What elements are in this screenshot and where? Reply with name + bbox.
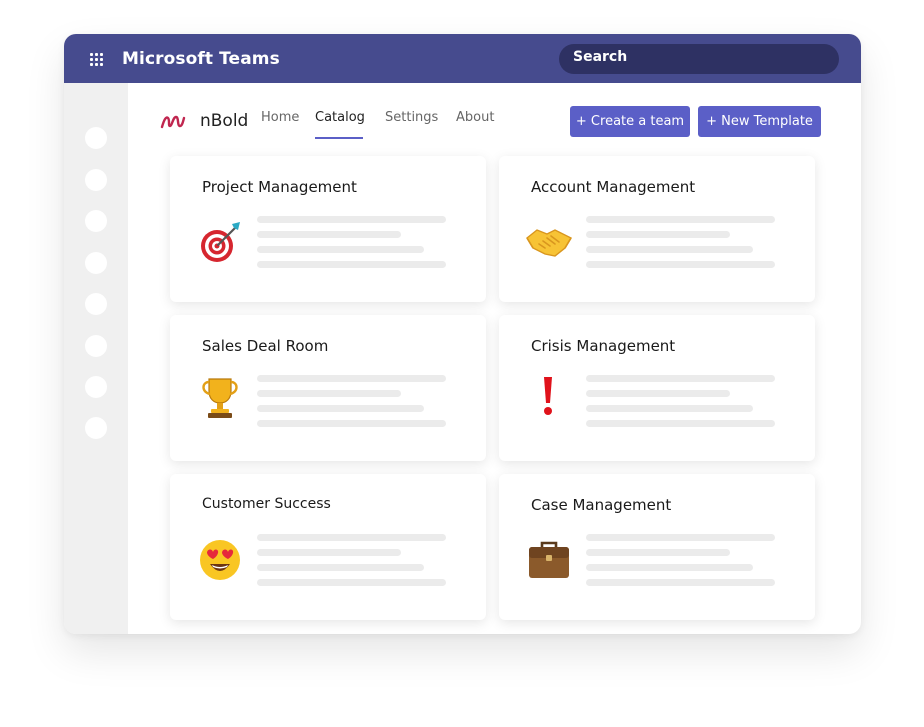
app-launcher-icon[interactable]	[90, 53, 103, 66]
nav-tab-catalog[interactable]: Catalog	[315, 110, 365, 125]
left-rail	[64, 83, 128, 634]
new-template-button[interactable]: + New Template	[698, 106, 821, 137]
template-card[interactable]: Account Management	[499, 156, 815, 302]
card-title: Account Management	[531, 178, 696, 196]
create-team-button[interactable]: + Create a team	[570, 106, 690, 137]
rail-app-icon[interactable]	[85, 376, 107, 398]
trophy-icon	[202, 378, 238, 418]
nav-tab-about[interactable]: About	[456, 110, 494, 125]
card-title: Case Management	[531, 496, 672, 514]
search-input[interactable]: Search	[559, 44, 839, 74]
rail-app-icon[interactable]	[85, 335, 107, 357]
rail-app-icon[interactable]	[85, 417, 107, 439]
heart-eyes-emoji-icon	[200, 540, 240, 580]
rail-app-icon[interactable]	[85, 293, 107, 315]
template-card[interactable]: Crisis Management	[499, 315, 815, 461]
template-card[interactable]: Sales Deal Room	[170, 315, 486, 461]
active-tab-indicator	[315, 137, 363, 139]
nbold-logo-icon	[160, 115, 186, 129]
exclamation-icon	[544, 377, 552, 415]
template-card[interactable]: Customer Success	[170, 474, 486, 620]
template-card[interactable]: Case Management	[499, 474, 815, 620]
app-title: Microsoft Teams	[122, 49, 280, 69]
card-title: Project Management	[202, 178, 357, 196]
title-bar: Microsoft Teams Search	[64, 34, 861, 83]
rail-app-icon[interactable]	[85, 252, 107, 274]
card-title: Sales Deal Room	[202, 337, 329, 355]
target-dart-icon	[201, 222, 240, 262]
nav-tab-settings[interactable]: Settings	[385, 110, 438, 125]
nav-tab-home[interactable]: Home	[261, 110, 299, 125]
rail-app-icon[interactable]	[85, 210, 107, 232]
briefcase-icon	[529, 541, 569, 578]
teams-window: Microsoft Teams Search nBold Home Catalo…	[64, 34, 861, 634]
card-title: Crisis Management	[531, 337, 676, 355]
rail-app-icon[interactable]	[85, 169, 107, 191]
handshake-icon	[526, 229, 572, 257]
rail-app-icon[interactable]	[85, 127, 107, 149]
card-title: Customer Success	[202, 496, 331, 512]
template-card[interactable]: Project Management	[170, 156, 486, 302]
brand-name: nBold	[200, 111, 249, 131]
